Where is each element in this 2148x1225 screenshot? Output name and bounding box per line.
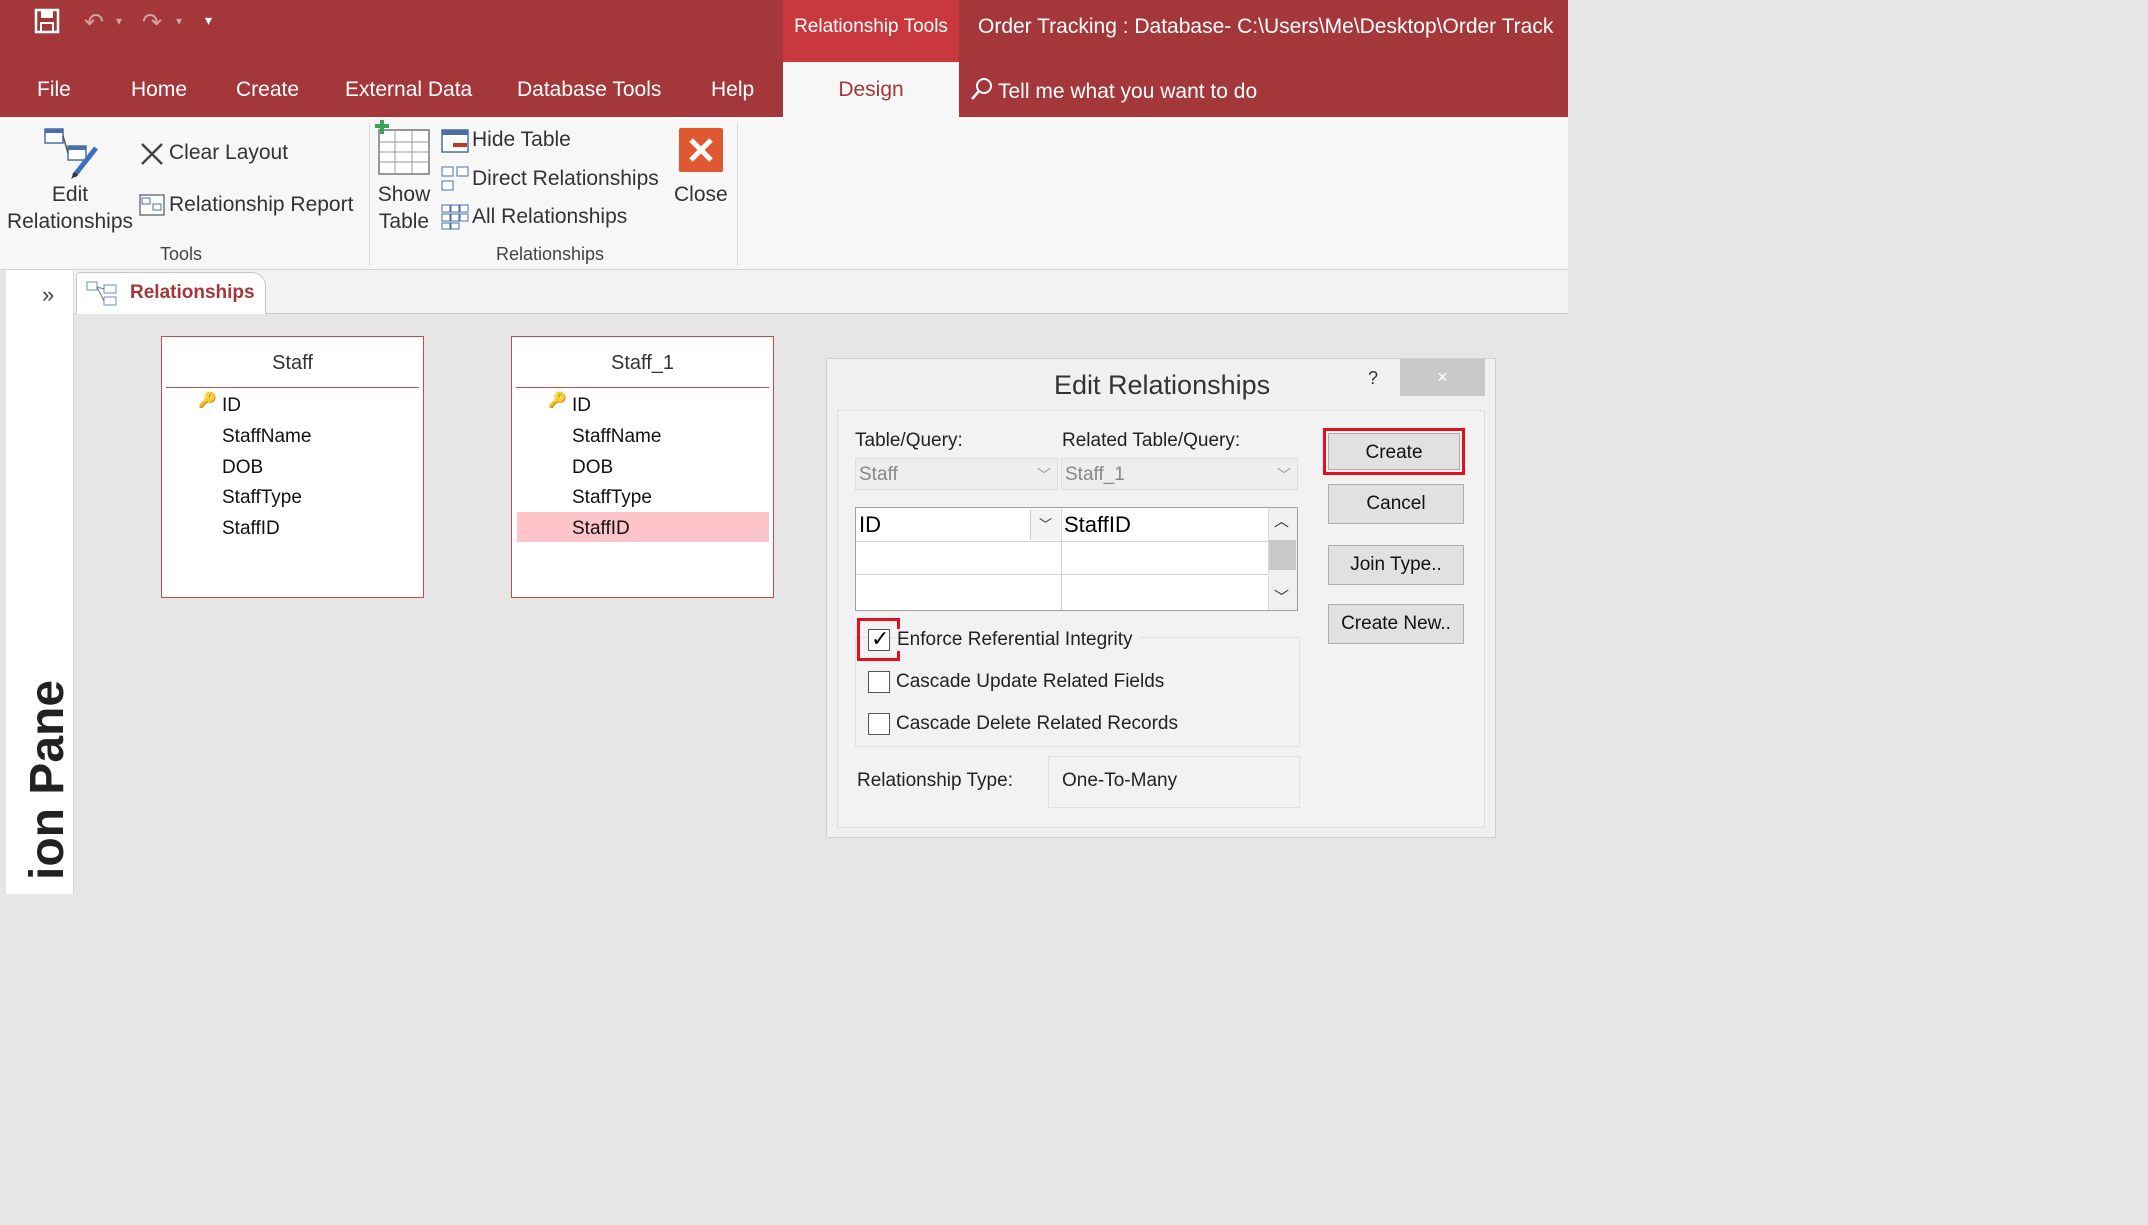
chevron-down-icon: ﹀ <box>1277 467 1291 483</box>
cascade-update-label[interactable]: Cascade Update Related Fields <box>896 671 1164 693</box>
field-list-staff-1[interactable]: Staff_1 🔑 ID StaffName DOB StaffType Sta… <box>511 336 774 598</box>
field-list-title[interactable]: Staff_1 <box>512 337 773 387</box>
close-relationships-button[interactable]: Close <box>674 183 728 207</box>
field-list-title[interactable]: Staff <box>162 337 423 387</box>
grid-col-divider <box>1061 508 1062 610</box>
scroll-down-icon[interactable]: ﹀ <box>1274 586 1289 607</box>
cascade-delete-checkbox[interactable] <box>868 713 890 735</box>
show-table-icon <box>375 120 433 183</box>
related-table-query-select[interactable]: Staff_1 ﹀ <box>1061 458 1298 490</box>
redo-icon[interactable]: ↷ <box>142 8 162 37</box>
tab-external-data[interactable]: External Data <box>345 74 472 106</box>
field-stafftype[interactable]: StaffType <box>572 487 652 509</box>
grid-left-field[interactable]: ID <box>859 508 881 541</box>
cascade-delete-label[interactable]: Cascade Delete Related Records <box>896 713 1178 735</box>
field-staffid[interactable]: StaffID <box>222 518 280 540</box>
enforce-referential-integrity-checkbox[interactable] <box>868 626 890 652</box>
clear-layout-button[interactable]: Clear Layout <box>169 141 288 165</box>
edit-relationships-icon <box>44 128 100 185</box>
cancel-button[interactable]: Cancel <box>1328 484 1464 524</box>
tab-home[interactable]: Home <box>131 74 187 106</box>
edit-relationships-label-2: Relationships <box>6 210 134 233</box>
relationships-tab-label: Relationships <box>130 282 255 303</box>
direct-relationships-button[interactable]: Direct Relationships <box>472 167 659 191</box>
expand-nav-pane-icon[interactable]: » <box>42 282 54 308</box>
window-title: Order Tracking : Database- C:\Users\Me\D… <box>978 15 1554 38</box>
close-icon <box>679 128 723 172</box>
tab-file[interactable]: File <box>37 74 71 106</box>
direct-relationships-icon <box>441 166 469 197</box>
relationship-report-button[interactable]: Relationship Report <box>169 193 353 217</box>
grid-row-divider <box>856 541 1268 542</box>
search-icon <box>970 77 992 100</box>
related-table-query-label: Related Table/Query: <box>1062 430 1241 451</box>
field-dob[interactable]: DOB <box>572 457 613 479</box>
grid-right-field[interactable]: StaffID <box>1064 508 1131 541</box>
ribbon-group-divider <box>369 122 370 266</box>
tab-database-tools[interactable]: Database Tools <box>517 74 661 106</box>
help-button[interactable]: ? <box>1368 368 1378 389</box>
ribbon-group-divider <box>737 122 738 266</box>
redo-dropdown-icon[interactable]: ▾ <box>176 14 182 28</box>
cascade-update-checkbox[interactable] <box>868 671 890 693</box>
enforce-referential-integrity-label[interactable]: Enforce Referential Integrity <box>897 629 1139 651</box>
create-button[interactable]: Create <box>1328 433 1460 470</box>
scroll-up-icon[interactable]: ︿ <box>1274 510 1289 531</box>
customize-qat-icon[interactable]: ▾ <box>205 12 212 29</box>
tab-help[interactable]: Help <box>711 74 754 106</box>
show-table-button[interactable]: Show Table <box>372 183 436 234</box>
tell-me-label: Tell me what you want to do <box>998 80 1258 103</box>
document-tab-strip <box>74 270 1568 314</box>
create-new-button[interactable]: Create New.. <box>1328 604 1464 644</box>
grid-row-divider <box>856 574 1268 575</box>
scrollbar-thumb[interactable] <box>1269 540 1296 570</box>
show-table-label-2: Table <box>378 210 430 233</box>
contextual-tab-group-label: Relationship Tools <box>794 16 948 37</box>
field-id[interactable]: ID <box>222 395 241 417</box>
grid-left-dropdown-chevron-icon[interactable]: ﹀ <box>1030 509 1060 540</box>
relationship-report-icon <box>139 194 165 221</box>
tools-group-label: Tools <box>160 244 203 264</box>
all-relationships-icon <box>441 204 469 235</box>
tab-design[interactable]: Design <box>783 62 959 117</box>
related-table-query-value: Staff_1 <box>1065 464 1125 485</box>
field-stafftype[interactable]: StaffType <box>222 487 302 509</box>
table-query-label: Table/Query: <box>855 430 963 451</box>
clear-layout-icon <box>138 140 166 173</box>
field-dob[interactable]: DOB <box>222 457 263 479</box>
edit-relationships-button[interactable]: Edit Relationships <box>0 183 140 234</box>
primary-key-icon: 🔑 <box>548 392 567 409</box>
undo-dropdown-icon[interactable]: ▾ <box>116 14 122 28</box>
field-list-staff[interactable]: Staff 🔑 ID StaffName DOB StaffType Staff… <box>161 336 424 598</box>
field-mapping-grid[interactable]: ID ﹀ StaffID ︿ ﹀ <box>855 507 1298 611</box>
dialog-title: Edit Relationships <box>1054 370 1271 400</box>
tell-me-search[interactable]: Tell me what you want to do <box>970 74 1257 108</box>
primary-key-icon: 🔑 <box>198 392 217 409</box>
navigation-pane-label: ion Pane <box>21 679 74 880</box>
chevron-down-icon: ﹀ <box>1037 467 1051 483</box>
table-query-select[interactable]: Staff ﹀ <box>855 458 1058 490</box>
tab-create[interactable]: Create <box>236 74 299 106</box>
relationship-type-value: One-To-Many <box>1062 770 1178 791</box>
relationships-tab-icon <box>86 281 118 312</box>
relationship-type-label: Relationship Type: <box>857 770 1013 791</box>
field-staffname[interactable]: StaffName <box>572 426 661 448</box>
table-query-value: Staff <box>859 464 898 485</box>
field-staffname[interactable]: StaffName <box>222 426 311 448</box>
dialog-close-button[interactable]: × <box>1400 359 1485 396</box>
edit-relationships-label-1: Edit <box>51 183 89 206</box>
undo-icon[interactable]: ↶ <box>84 8 104 37</box>
field-list-divider <box>166 387 419 388</box>
selected-field-row <box>517 512 769 542</box>
show-table-label-1: Show <box>377 183 431 206</box>
relationships-group-label: Relationships <box>496 244 605 264</box>
field-id[interactable]: ID <box>572 395 591 417</box>
join-type-button[interactable]: Join Type.. <box>1328 545 1464 585</box>
field-list-divider <box>516 387 769 388</box>
save-icon[interactable] <box>34 8 60 41</box>
field-staffid-selected[interactable]: StaffID <box>572 518 630 540</box>
all-relationships-button[interactable]: All Relationships <box>472 205 627 229</box>
hide-table-button[interactable]: Hide Table <box>472 128 571 152</box>
hide-table-icon <box>441 129 469 158</box>
